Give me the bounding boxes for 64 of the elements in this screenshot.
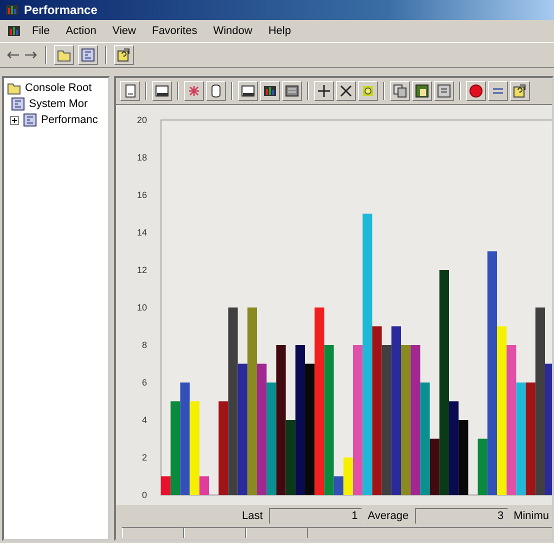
tree-item[interactable]: Console Root [25,82,92,94]
window-icon [240,83,256,99]
histogram-icon [262,83,278,99]
tool-button[interactable] [238,81,258,101]
window-icon [154,83,170,99]
tool-button[interactable] [78,45,98,65]
stop-icon [468,83,484,99]
tool-button[interactable] [412,81,432,101]
menu-item[interactable]: Window [207,23,258,39]
menu-item[interactable]: Favorites [146,23,204,39]
tool-button[interactable] [466,81,486,101]
axis-label: 16 [136,190,147,200]
paste-icon [414,83,430,99]
tool-button[interactable] [282,81,302,101]
plus-icon [316,83,332,99]
axis-label: 10 [136,302,147,312]
console-icon [10,96,26,112]
tool-button[interactable] [206,81,226,101]
tool-button[interactable] [114,45,134,65]
tool-button[interactable] [510,81,530,101]
menu-item[interactable]: File [26,23,56,39]
tree-icon [80,47,96,63]
stat-label: Last [242,510,263,522]
tree-item[interactable]: Performanc [41,114,98,126]
stat-label: Average [368,510,409,522]
tool-button[interactable] [390,81,410,101]
tool-button[interactable] [120,81,140,101]
window-title: Performance [24,3,98,17]
axis-label: 18 [136,152,147,162]
menu-item[interactable]: Action [60,23,102,39]
app-icon [6,23,22,39]
tool-button[interactable] [54,45,74,65]
stat-field: 1 [268,508,362,524]
help-icon [512,83,528,99]
report-icon [284,83,300,99]
stat-label: Minimu [514,510,550,522]
tool-button[interactable] [434,81,454,101]
axis-label: 6 [142,378,147,388]
tool-button[interactable] [336,81,356,101]
menu-item[interactable]: Help [262,23,297,39]
stat-field: 3 [414,508,508,524]
axis-label: 20 [136,115,147,125]
axis-label: 12 [136,265,147,275]
app-icon [4,2,20,18]
menu-item[interactable]: View [106,23,142,39]
copy-icon [392,83,408,99]
expand-icon[interactable] [10,116,19,124]
tool-button[interactable] [152,81,172,101]
tool-button[interactable] [260,81,280,101]
axis-label: 2 [142,452,147,462]
forward-arrow-icon[interactable] [24,50,38,60]
sheet-icon [436,83,452,99]
tree-item[interactable]: System Mor [29,98,88,110]
console-icon [22,112,38,128]
axis-label: 0 [142,490,147,500]
axis-label: 8 [142,340,147,350]
tool-button[interactable] [314,81,334,101]
help-icon [116,47,132,63]
spark-icon [186,83,202,99]
back-arrow-icon[interactable] [6,50,20,60]
axis-label: 4 [142,415,147,425]
tool-button[interactable] [358,81,378,101]
cross-icon [338,83,354,99]
axis-label: 14 [136,228,147,238]
